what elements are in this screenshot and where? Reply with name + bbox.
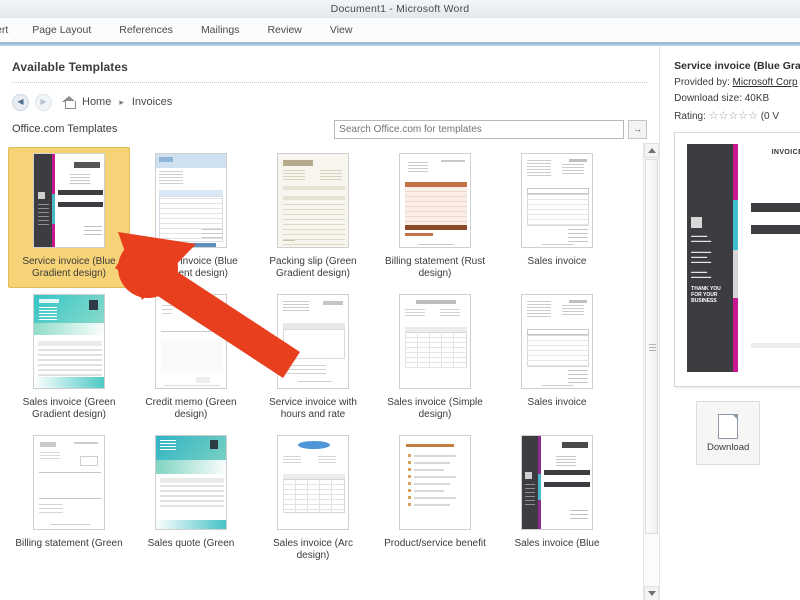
template-thumbnail[interactable]: [277, 435, 349, 530]
document-icon: [718, 413, 739, 439]
template-thumbnail[interactable]: [33, 294, 105, 389]
download-size-value: 40KB: [744, 93, 770, 104]
office-source-label: Office.com Templates: [12, 123, 118, 135]
template-thumbnail[interactable]: [277, 153, 349, 248]
ribbon-tab-review[interactable]: Review: [253, 18, 315, 42]
template-card[interactable]: Service invoice (Blue Gradient design): [8, 147, 130, 288]
template-thumbnail[interactable]: [155, 435, 227, 530]
preview-logo-icon: [691, 217, 703, 228]
template-label: Sales invoice (Blue: [514, 538, 600, 549]
provided-by-label: Provided by:: [674, 77, 730, 88]
vertical-scrollbar[interactable]: [643, 143, 660, 600]
template-card[interactable]: Sales invoice (Simple design): [374, 288, 496, 429]
template-card[interactable]: Service invoice (Blue Gradient design): [130, 147, 252, 288]
template-thumbnail[interactable]: [155, 294, 227, 389]
breadcrumb-separator: ▸: [119, 96, 124, 107]
template-label: Billing statement (Green: [15, 538, 123, 549]
ribbon-tab-ert[interactable]: ert: [0, 18, 18, 42]
download-button-label: Download: [707, 441, 750, 453]
template-label: Sales invoice (Arc design): [272, 538, 354, 561]
scroll-down-button[interactable]: [644, 586, 660, 600]
template-thumbnail[interactable]: [277, 294, 349, 389]
template-label: Service invoice (Blue Gradient design): [22, 256, 116, 279]
title-bar: Document1 - Microsoft Word: [0, 0, 800, 18]
template-thumbnail[interactable]: [399, 294, 471, 389]
template-card[interactable]: Billing statement (Rust design): [374, 147, 496, 288]
template-thumbnail[interactable]: [521, 294, 593, 389]
back-button[interactable]: ◀: [12, 93, 29, 111]
template-details-pane: Service invoice (Blue Gra Provided by: M…: [660, 46, 800, 600]
breadcrumb-home[interactable]: Home: [82, 96, 111, 108]
preview-thanks-text: THANK YOU FOR YOUR BUSINESS: [691, 286, 721, 304]
template-thumbnail[interactable]: [399, 153, 471, 248]
ribbon-tab-view[interactable]: View: [316, 18, 367, 42]
template-card[interactable]: Service invoice with hours and rate: [252, 288, 374, 429]
template-grid: Service invoice (Blue Gradient design) Se…: [0, 143, 659, 570]
template-thumbnail[interactable]: [399, 435, 471, 530]
search-go-icon[interactable]: →: [628, 119, 648, 139]
template-label: Service invoice with hours and rate: [269, 397, 357, 420]
template-label: Sales invoice (Green Gradient design): [22, 397, 116, 420]
template-card[interactable]: Sales invoice: [496, 147, 618, 288]
template-card[interactable]: Sales invoice (Arc design): [252, 429, 374, 570]
home-icon[interactable]: [62, 95, 76, 109]
template-label: Sales invoice: [527, 397, 587, 408]
breadcrumb: ◀ ▶ Home ▸ Invoices: [0, 89, 659, 115]
download-size-label: Download size:: [674, 93, 742, 104]
template-label: Packing slip (Green Gradient design): [269, 256, 357, 279]
template-grid-region: Service invoice (Blue Gradient design) Se…: [0, 143, 660, 600]
template-card[interactable]: Sales invoice (Green Gradient design): [8, 288, 130, 429]
templates-pane: Available Templates ◀ ▶ Home ▸ Invoices …: [0, 46, 661, 600]
template-label: Sales invoice (Simple design): [387, 397, 483, 420]
page-title: Available Templates: [12, 60, 128, 74]
ribbon-tab-strip[interactable]: ertPage LayoutReferencesMailingsReviewVi…: [0, 18, 800, 43]
detail-title: Service invoice (Blue Gra: [674, 60, 800, 72]
template-card[interactable]: Product/service benefit: [374, 429, 496, 570]
provided-by-link[interactable]: Microsoft Corp: [733, 77, 798, 88]
template-card[interactable]: Billing statement (Green: [8, 429, 130, 570]
template-label: Product/service benefit: [384, 538, 486, 549]
template-label: Billing statement (Rust design): [384, 256, 486, 279]
template-label: Sales quote (Green: [147, 538, 235, 549]
rating-votes: (0 V: [760, 111, 780, 122]
template-preview[interactable]: ▬▬▬▬ ▬▬▬▬▬ ▬▬▬▬▬ ▬▬▬▬ ▬▬▬▬▬ ▬▬▬▬ ▬▬▬▬▬ THANK…: [674, 132, 800, 387]
template-label: Credit memo (Green design): [145, 397, 237, 420]
backstage-body: Available Templates ◀ ▶ Home ▸ Invoices …: [0, 46, 800, 600]
template-label: Sales invoice: [527, 256, 587, 267]
template-card[interactable]: Packing slip (Green Gradient design): [252, 147, 374, 288]
search-area: →: [334, 119, 648, 139]
scroll-up-button[interactable]: [644, 143, 660, 158]
template-thumbnail[interactable]: [155, 153, 227, 248]
search-input[interactable]: [334, 119, 625, 139]
template-thumbnail[interactable]: [33, 153, 105, 248]
template-thumbnail[interactable]: [521, 435, 593, 530]
template-card[interactable]: Credit memo (Green design): [130, 288, 252, 429]
ribbon-tab-mailings[interactable]: Mailings: [187, 18, 254, 42]
breadcrumb-invoices[interactable]: Invoices: [132, 96, 172, 108]
rating-row: Rating: ☆☆☆☆☆ (0 V: [674, 109, 800, 122]
rating-stars-icon[interactable]: ☆☆☆☆☆: [709, 109, 758, 122]
template-label: Service invoice (Blue Gradient design): [144, 256, 238, 279]
word-backstage-window: Document1 - Microsoft Word ertPage Layou…: [0, 0, 800, 600]
template-card[interactable]: Sales invoice: [496, 288, 618, 429]
forward-button[interactable]: ▶: [35, 93, 52, 111]
download-size-row: Download size: 40KB: [674, 93, 800, 104]
template-card[interactable]: Sales invoice (Blue: [496, 429, 618, 570]
template-thumbnail[interactable]: [33, 435, 105, 530]
provided-by-row: Provided by: Microsoft Corp: [674, 77, 800, 88]
scrollbar-thumb[interactable]: [645, 159, 659, 534]
window-title: Document1 - Microsoft Word: [330, 3, 470, 15]
template-thumbnail[interactable]: [521, 153, 593, 248]
download-button[interactable]: Download: [696, 401, 761, 465]
ribbon-tab-pagelayout[interactable]: Page Layout: [18, 18, 105, 42]
title-divider: [12, 82, 648, 83]
scrollbar-grip-icon: [649, 343, 657, 351]
rating-label: Rating:: [674, 111, 706, 122]
preview-invoice-title: INVOICE: [771, 149, 800, 156]
template-card[interactable]: Sales quote (Green: [130, 429, 252, 570]
ribbon-tab-references[interactable]: References: [105, 18, 187, 42]
office-source-bar: Office.com Templates →: [0, 117, 659, 141]
